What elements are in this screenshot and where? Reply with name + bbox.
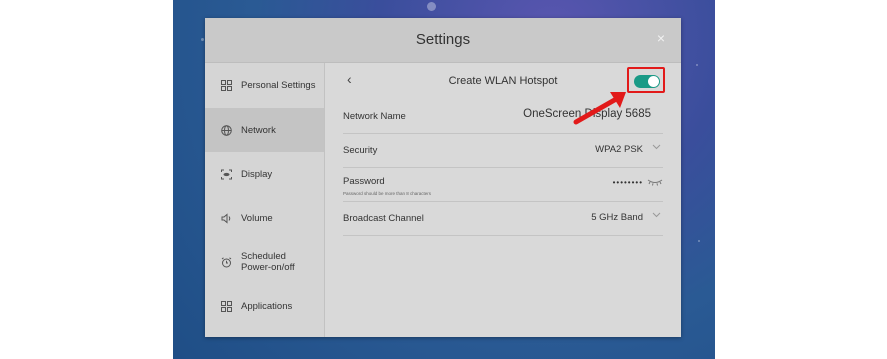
globe-icon xyxy=(221,124,232,136)
sidebar-item-label: Volume xyxy=(241,212,273,224)
password-value: •••••••• xyxy=(612,178,643,187)
background-dot xyxy=(698,240,700,242)
settings-sidebar: Personal Settings Network Display Volume… xyxy=(205,63,325,337)
annotation-arrow-icon xyxy=(573,92,626,125)
eye-hidden-icon[interactable] xyxy=(647,178,663,186)
sidebar-item-network[interactable]: Network xyxy=(205,108,324,152)
background-dot xyxy=(696,64,698,66)
alarm-clock-icon xyxy=(221,256,232,268)
background-dot xyxy=(427,2,436,11)
dialog-titlebar: Settings × xyxy=(205,18,681,63)
row-label: Broadcast Channel xyxy=(343,213,424,224)
sidebar-item-volume[interactable]: Volume xyxy=(205,196,324,240)
sidebar-item-label: Display xyxy=(241,168,273,180)
sidebar-item-label: Scheduled Power-on/off xyxy=(241,251,295,273)
sidebar-item-label: Network xyxy=(241,124,276,136)
sidebar-item-scheduled-power[interactable]: Scheduled Power-on/off xyxy=(205,240,324,284)
security-value: WPA2 PSK xyxy=(595,144,643,155)
broadcast-channel-row[interactable]: Broadcast Channel 5 GHz Band xyxy=(343,201,663,236)
background-dot xyxy=(201,38,204,41)
broadcast-channel-value: 5 GHz Band xyxy=(591,212,643,223)
sidebar-item-applications[interactable]: Applications xyxy=(205,284,324,328)
dialog-title: Settings xyxy=(415,31,471,48)
chevron-down-icon xyxy=(652,142,661,154)
close-icon[interactable]: × xyxy=(657,30,665,46)
sidebar-item-display[interactable]: Display xyxy=(205,152,324,196)
row-label: Network Name xyxy=(343,111,406,122)
display-icon xyxy=(221,169,232,180)
password-row[interactable]: Password Password should be more than 8 … xyxy=(343,167,663,202)
sidebar-item-personal-settings[interactable]: Personal Settings xyxy=(205,63,324,107)
password-hint: Password should be more than 8 character… xyxy=(343,191,432,196)
chevron-down-icon xyxy=(652,210,661,222)
grid-icon xyxy=(221,79,232,91)
sidebar-item-label: Applications xyxy=(241,300,293,312)
sidebar-item-label: Personal Settings xyxy=(241,79,316,91)
grid-icon xyxy=(221,300,232,312)
speaker-icon xyxy=(221,212,232,224)
annotation-highlight-box xyxy=(627,67,665,93)
row-label: Security xyxy=(343,145,378,156)
settings-dialog: Settings × Personal Settings Network Dis… xyxy=(205,18,681,337)
row-label: Password xyxy=(343,176,385,187)
security-row[interactable]: Security WPA2 PSK xyxy=(343,133,663,168)
